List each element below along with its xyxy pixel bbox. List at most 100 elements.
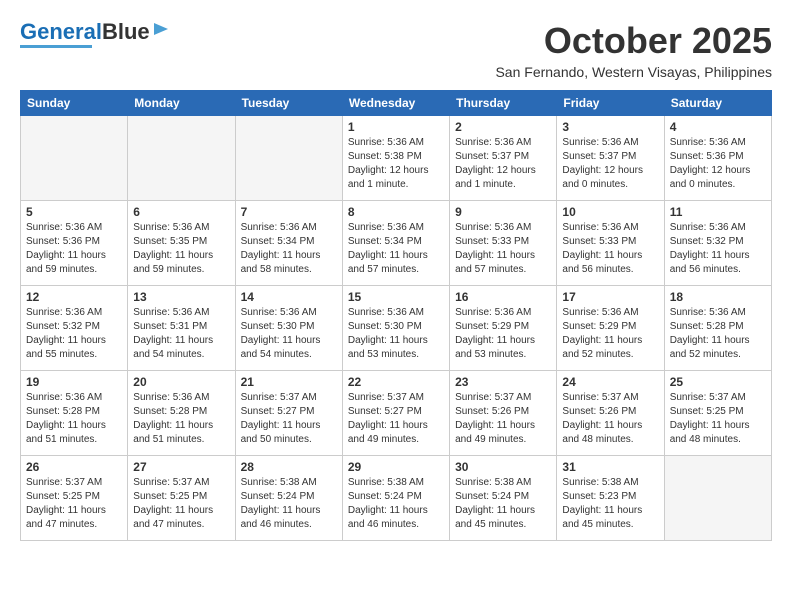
day-number: 15 (348, 290, 444, 304)
day-info: Sunrise: 5:36 AMSunset: 5:33 PMDaylight:… (455, 221, 551, 277)
week-row-4: 19 Sunrise: 5:36 AMSunset: 5:28 PMDayligh… (21, 371, 772, 456)
day-info: Sunrise: 5:36 AMSunset: 5:37 PMDaylight:… (455, 136, 551, 192)
day-number: 9 (455, 205, 551, 219)
day-info: Sunrise: 5:38 AMSunset: 5:23 PMDaylight:… (562, 476, 658, 532)
header-friday: Friday (557, 91, 664, 116)
calendar-cell: 24 Sunrise: 5:37 AMSunset: 5:26 PMDayligh… (557, 371, 664, 456)
calendar-cell: 28 Sunrise: 5:38 AMSunset: 5:24 PMDayligh… (235, 456, 342, 541)
day-info: Sunrise: 5:36 AMSunset: 5:28 PMDaylight:… (670, 306, 766, 362)
day-number: 5 (26, 205, 122, 219)
day-number: 25 (670, 375, 766, 389)
logo-blue-text: Blue (102, 19, 150, 44)
week-row-2: 5 Sunrise: 5:36 AMSunset: 5:36 PMDaylight… (21, 201, 772, 286)
day-info: Sunrise: 5:36 AMSunset: 5:28 PMDaylight:… (133, 391, 229, 447)
calendar-cell: 29 Sunrise: 5:38 AMSunset: 5:24 PMDayligh… (342, 456, 449, 541)
calendar-cell (21, 116, 128, 201)
day-number: 8 (348, 205, 444, 219)
day-number: 23 (455, 375, 551, 389)
week-row-1: 1 Sunrise: 5:36 AMSunset: 5:38 PMDaylight… (21, 116, 772, 201)
logo-arrow-icon (152, 20, 170, 38)
calendar-cell: 27 Sunrise: 5:37 AMSunset: 5:25 PMDayligh… (128, 456, 235, 541)
day-number: 22 (348, 375, 444, 389)
calendar-cell: 17 Sunrise: 5:36 AMSunset: 5:29 PMDayligh… (557, 286, 664, 371)
page: GeneralBlue October 2025 San Fernando, W… (0, 0, 792, 551)
logo: GeneralBlue (20, 20, 170, 48)
day-number: 21 (241, 375, 337, 389)
day-info: Sunrise: 5:36 AMSunset: 5:32 PMDaylight:… (670, 221, 766, 277)
day-info: Sunrise: 5:37 AMSunset: 5:26 PMDaylight:… (562, 391, 658, 447)
day-info: Sunrise: 5:37 AMSunset: 5:25 PMDaylight:… (670, 391, 766, 447)
day-number: 18 (670, 290, 766, 304)
day-info: Sunrise: 5:36 AMSunset: 5:36 PMDaylight:… (26, 221, 122, 277)
day-info: Sunrise: 5:36 AMSunset: 5:32 PMDaylight:… (26, 306, 122, 362)
day-info: Sunrise: 5:36 AMSunset: 5:29 PMDaylight:… (562, 306, 658, 362)
day-info: Sunrise: 5:36 AMSunset: 5:29 PMDaylight:… (455, 306, 551, 362)
day-info: Sunrise: 5:38 AMSunset: 5:24 PMDaylight:… (455, 476, 551, 532)
calendar-cell: 15 Sunrise: 5:36 AMSunset: 5:30 PMDayligh… (342, 286, 449, 371)
header-sunday: Sunday (21, 91, 128, 116)
calendar-cell: 4 Sunrise: 5:36 AMSunset: 5:36 PMDaylight… (664, 116, 771, 201)
calendar-cell: 30 Sunrise: 5:38 AMSunset: 5:24 PMDayligh… (450, 456, 557, 541)
day-number: 29 (348, 460, 444, 474)
day-info: Sunrise: 5:36 AMSunset: 5:28 PMDaylight:… (26, 391, 122, 447)
week-row-3: 12Sunrise: 5:36 AMSunset: 5:32 PMDayligh… (21, 286, 772, 371)
day-info: Sunrise: 5:36 AMSunset: 5:35 PMDaylight:… (133, 221, 229, 277)
day-number: 7 (241, 205, 337, 219)
day-number: 31 (562, 460, 658, 474)
calendar-cell: 10Sunrise: 5:36 AMSunset: 5:33 PMDayligh… (557, 201, 664, 286)
day-info: Sunrise: 5:37 AMSunset: 5:26 PMDaylight:… (455, 391, 551, 447)
day-number: 20 (133, 375, 229, 389)
day-number: 6 (133, 205, 229, 219)
day-number: 28 (241, 460, 337, 474)
day-info: Sunrise: 5:36 AMSunset: 5:36 PMDaylight:… (670, 136, 766, 192)
day-info: Sunrise: 5:37 AMSunset: 5:27 PMDaylight:… (348, 391, 444, 447)
day-info: Sunrise: 5:36 AMSunset: 5:38 PMDaylight:… (348, 136, 444, 192)
calendar-cell: 14Sunrise: 5:36 AMSunset: 5:30 PMDayligh… (235, 286, 342, 371)
day-number: 3 (562, 120, 658, 134)
day-number: 14 (241, 290, 337, 304)
calendar-cell: 9 Sunrise: 5:36 AMSunset: 5:33 PMDaylight… (450, 201, 557, 286)
day-number: 16 (455, 290, 551, 304)
day-number: 10 (562, 205, 658, 219)
day-number: 30 (455, 460, 551, 474)
day-number: 1 (348, 120, 444, 134)
calendar-cell: 3 Sunrise: 5:36 AMSunset: 5:37 PMDaylight… (557, 116, 664, 201)
day-number: 27 (133, 460, 229, 474)
calendar-cell: 5 Sunrise: 5:36 AMSunset: 5:36 PMDaylight… (21, 201, 128, 286)
logo-general: General (20, 19, 102, 44)
calendar-cell: 18 Sunrise: 5:36 AMSunset: 5:28 PMDayligh… (664, 286, 771, 371)
day-number: 4 (670, 120, 766, 134)
logo-underline (20, 45, 92, 48)
month-year: October 2025 (495, 20, 772, 62)
calendar-cell: 2Sunrise: 5:36 AMSunset: 5:37 PMDaylight… (450, 116, 557, 201)
calendar-cell: 7Sunrise: 5:36 AMSunset: 5:34 PMDaylight… (235, 201, 342, 286)
calendar-cell: 12Sunrise: 5:36 AMSunset: 5:32 PMDayligh… (21, 286, 128, 371)
header: GeneralBlue October 2025 San Fernando, W… (20, 20, 772, 80)
day-number: 11 (670, 205, 766, 219)
calendar-cell: 25 Sunrise: 5:37 AMSunset: 5:25 PMDayligh… (664, 371, 771, 456)
day-info: Sunrise: 5:38 AMSunset: 5:24 PMDaylight:… (241, 476, 337, 532)
day-info: Sunrise: 5:36 AMSunset: 5:34 PMDaylight:… (348, 221, 444, 277)
calendar-table: Sunday Monday Tuesday Wednesday Thursday… (20, 90, 772, 541)
day-info: Sunrise: 5:37 AMSunset: 5:27 PMDaylight:… (241, 391, 337, 447)
day-info: Sunrise: 5:36 AMSunset: 5:31 PMDaylight:… (133, 306, 229, 362)
calendar-cell: 20 Sunrise: 5:36 AMSunset: 5:28 PMDayligh… (128, 371, 235, 456)
title-block: October 2025 San Fernando, Western Visay… (495, 20, 772, 80)
calendar-cell: 23 Sunrise: 5:37 AMSunset: 5:26 PMDayligh… (450, 371, 557, 456)
day-info: Sunrise: 5:37 AMSunset: 5:25 PMDaylight:… (133, 476, 229, 532)
day-number: 24 (562, 375, 658, 389)
calendar-cell: 13Sunrise: 5:36 AMSunset: 5:31 PMDayligh… (128, 286, 235, 371)
location: San Fernando, Western Visayas, Philippin… (495, 64, 772, 80)
calendar-cell (664, 456, 771, 541)
day-number: 17 (562, 290, 658, 304)
calendar-cell (128, 116, 235, 201)
calendar-cell: 31 Sunrise: 5:38 AMSunset: 5:23 PMDayligh… (557, 456, 664, 541)
header-monday: Monday (128, 91, 235, 116)
day-info: Sunrise: 5:36 AMSunset: 5:30 PMDaylight:… (348, 306, 444, 362)
day-info: Sunrise: 5:38 AMSunset: 5:24 PMDaylight:… (348, 476, 444, 532)
calendar-cell: 1 Sunrise: 5:36 AMSunset: 5:38 PMDaylight… (342, 116, 449, 201)
header-tuesday: Tuesday (235, 91, 342, 116)
calendar-cell: 6 Sunrise: 5:36 AMSunset: 5:35 PMDaylight… (128, 201, 235, 286)
day-info: Sunrise: 5:36 AMSunset: 5:37 PMDaylight:… (562, 136, 658, 192)
day-number: 19 (26, 375, 122, 389)
